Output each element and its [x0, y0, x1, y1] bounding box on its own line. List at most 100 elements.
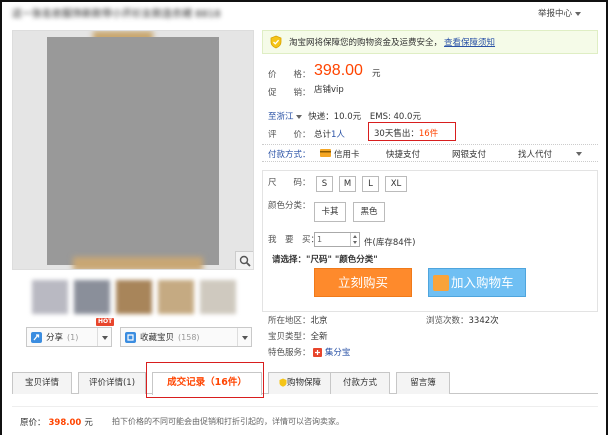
guarantee-text: 淘宝网将保障您的购物资金及运费安全，	[289, 38, 443, 48]
payment-label: 付款方式：	[268, 150, 311, 160]
promo-value: 店铺vip	[314, 85, 344, 95]
shield-icon	[270, 35, 282, 49]
collect-count: (158)	[178, 332, 200, 342]
size-label: 尺 码：	[268, 178, 311, 188]
tab-reviews[interactable]: 评价详情(1)	[78, 372, 146, 394]
color-label: 颜色分类：	[268, 201, 311, 211]
buy-now-button[interactable]: 立刻购买	[314, 268, 412, 297]
share-count: (1)	[67, 332, 79, 342]
original-price-unit: 元	[84, 418, 93, 428]
ship-to-selector[interactable]: 至浙江	[268, 112, 294, 122]
express-fee: 快递：10.0元	[308, 112, 362, 122]
price-label: 价 格：	[268, 70, 311, 80]
report-center-link[interactable]: 举报中心	[538, 7, 582, 19]
type-row: 宝贝类型：全新	[268, 330, 328, 342]
share-icon	[31, 331, 42, 343]
tab-item-details[interactable]: 宝贝详情	[12, 372, 72, 394]
cart-icon	[433, 275, 449, 291]
review-label: 评 价：	[268, 130, 311, 140]
select-prompt-label: 请选择：	[272, 255, 307, 265]
views-label: 浏览次数：	[426, 316, 469, 326]
service-value[interactable]: 集分宝	[325, 348, 351, 358]
quantity-stepper[interactable]	[350, 233, 359, 246]
price-unit: 元	[372, 69, 381, 79]
payment-row: 付款方式： 信用卡 快捷支付 网银支付 找人代付	[262, 144, 598, 162]
select-prompt: 请选择："尺码" "颜色分类"	[272, 253, 378, 265]
sold-30d-label: 30天售出：	[374, 129, 419, 139]
thumbnail[interactable]	[158, 280, 194, 314]
sold-30d: 30天售出：16件	[374, 127, 438, 139]
collect-button[interactable]: 收藏宝贝 (158)	[120, 327, 252, 347]
thumbnail[interactable]	[74, 280, 110, 314]
promo-label: 促 销：	[268, 88, 311, 98]
chevron-down-icon	[295, 114, 302, 119]
sku-selection-panel: 尺 码： S M L XL 颜色分类： 卡其 黑色 我 要 买： 1 件(库存8…	[262, 170, 598, 312]
service-row: 特色服务： 集分宝	[268, 346, 350, 358]
chevron-down-icon	[575, 11, 582, 16]
review-count-link[interactable]: 1人	[331, 130, 345, 140]
price-note: 拍下价格的不同可能会由促销和打折引起的，详情可以咨询卖家。	[112, 417, 344, 426]
guarantee-link[interactable]: 查看保障须知	[444, 36, 495, 48]
size-option[interactable]: L	[362, 176, 379, 192]
zoom-icon[interactable]	[235, 251, 253, 269]
detail-tabs: 宝贝详情 评价详情(1) 成交记录（16件） 购物保障 付款方式 留言簿	[12, 372, 598, 395]
shipping-row: 至浙江 快递：10.0元 EMS: 40.0元	[268, 110, 421, 122]
thumbnail-strip	[32, 280, 236, 314]
guarantee-bar: 淘宝网将保障您的购物资金及运费安全， 查看保障须知	[262, 30, 598, 54]
location-row: 所在地区：北京	[268, 314, 328, 326]
price-value: 398.00	[314, 62, 363, 79]
thumbnail[interactable]	[32, 280, 68, 314]
thumbnail[interactable]	[200, 280, 236, 314]
share-dropdown[interactable]	[97, 328, 111, 346]
thumbnail[interactable]	[116, 280, 152, 314]
select-prompt-value: "尺码" "颜色分类"	[306, 255, 378, 265]
tab-payment[interactable]: 付款方式	[330, 372, 390, 394]
report-center-label: 举报中心	[538, 9, 573, 19]
ems-fee: EMS: 40.0元	[369, 112, 421, 122]
quantity-unit: 件	[364, 238, 373, 248]
collect-label: 收藏宝贝	[140, 333, 175, 343]
payment-method: 找人代付	[518, 150, 553, 160]
transactions-highlight-box	[146, 362, 264, 398]
size-option[interactable]: S	[316, 176, 333, 192]
main-product-image[interactable]	[12, 30, 254, 270]
location-label: 所在地区：	[268, 316, 311, 326]
tab-messages[interactable]: 留言簿	[396, 372, 450, 394]
product-title: 这一张名依服饰新款带小开衫女款连衣裙 8818	[12, 9, 221, 20]
collect-icon	[125, 331, 136, 343]
size-option[interactable]: M	[339, 176, 356, 192]
image-blur-region	[73, 257, 203, 269]
type-label: 宝贝类型：	[268, 332, 311, 342]
size-option[interactable]: XL	[385, 176, 407, 192]
color-option[interactable]: 黑色	[353, 202, 385, 222]
original-price: 原价： 398.00 元	[20, 416, 93, 428]
collect-dropdown[interactable]	[237, 328, 251, 346]
share-label: 分享	[46, 333, 64, 343]
image-blur-region	[47, 37, 219, 265]
tab-guarantee[interactable]: 购物保障	[268, 372, 332, 394]
price-note-row: 原价： 398.00 元 拍下价格的不同可能会由促销和打折引起的，详情可以咨询卖家。	[12, 406, 598, 435]
original-price-value: 398.00	[48, 418, 82, 428]
review-total-label: 总计	[314, 130, 332, 140]
share-button[interactable]: 分享 (1)	[26, 327, 112, 347]
add-to-cart-button[interactable]: 加入购物车	[428, 268, 526, 297]
chevron-down-icon[interactable]	[576, 152, 582, 156]
stock-count: (库存84件)	[372, 238, 416, 248]
jifenbao-icon	[313, 348, 323, 357]
add-to-cart-label: 加入购物车	[451, 275, 514, 290]
payment-method: 网银支付	[452, 150, 487, 160]
payment-method: 信用卡	[334, 150, 360, 160]
views-value: 3342次	[468, 316, 499, 326]
review-total: 总计1人	[314, 128, 345, 140]
hot-badge: HOT	[96, 318, 115, 326]
color-option[interactable]: 卡其	[314, 202, 346, 222]
credit-card-icon	[320, 149, 331, 157]
original-price-label: 原价：	[20, 418, 46, 428]
type-value: 全新	[310, 332, 328, 342]
location-value: 北京	[310, 316, 328, 326]
views-row: 浏览次数：3342次	[426, 314, 499, 326]
shield-icon	[279, 378, 287, 387]
service-label: 特色服务：	[268, 348, 311, 358]
tab-guarantee-label: 购物保障	[286, 378, 321, 388]
payment-method: 快捷支付	[386, 150, 421, 160]
